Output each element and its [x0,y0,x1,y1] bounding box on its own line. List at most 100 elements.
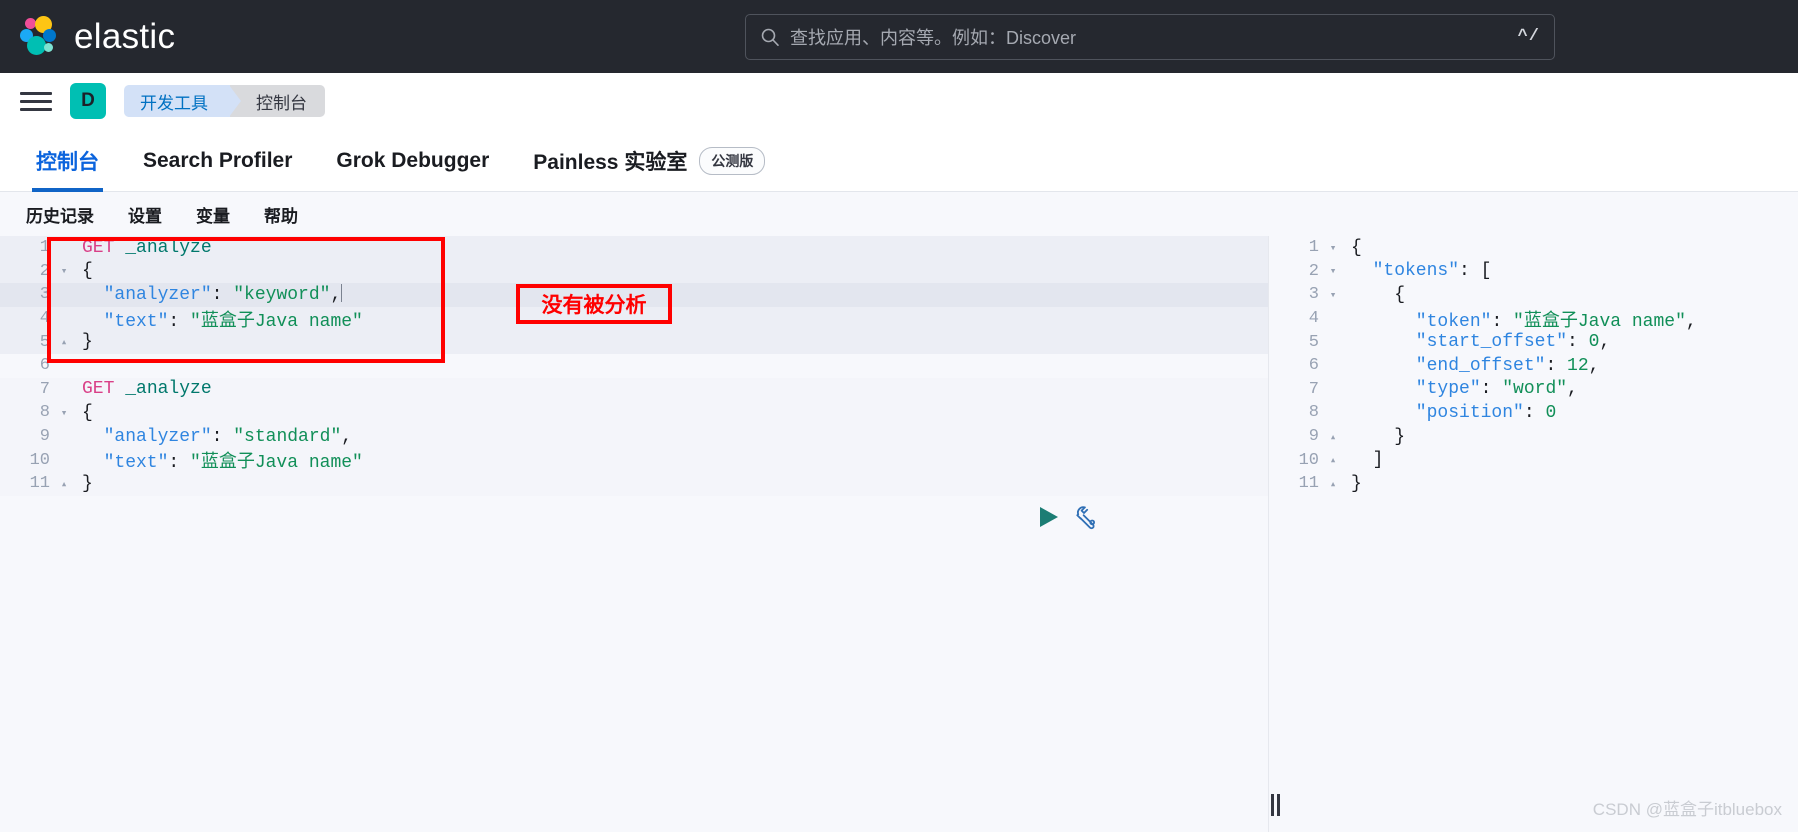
breadcrumb-item-console[interactable]: 控制台 [230,85,325,117]
line-number: 6 [39,356,50,376]
code-line[interactable]: 1 ▾ { [1269,236,1798,260]
annotation-note: 没有被分析 [516,284,672,324]
global-search-input[interactable]: 查找应用、内容等。例如：Discover ^/ [745,13,1555,60]
submenu-item-help[interactable]: 帮助 [252,198,310,231]
response-viewer-lines: 1 ▾ {2 ▾ "tokens": [3 ▾ {4 "token": "蓝盒子Java… [1269,236,1798,496]
code-line[interactable]: 5 "start_offset": 0, [1269,330,1798,354]
global-search-placeholder: 查找应用、内容等。例如：Discover [790,27,1077,48]
code-line[interactable]: 10 "text": "蓝盒子Java name" [0,448,1268,474]
response-viewer[interactable]: 1 ▾ {2 ▾ "tokens": [3 ▾ {4 "token": "蓝盒子Java… [1268,236,1798,832]
fold-toggle-icon[interactable]: ▾ [56,264,72,278]
line-number: 1 [39,238,50,258]
code-text: "text": "蓝盒子Java name" [82,453,363,474]
watermark: CSDN @蓝盒子itbluebox [1592,800,1782,819]
fold-toggle-icon[interactable]: ▴ [56,335,72,349]
code-line[interactable]: 9 ▴ } [1269,425,1798,449]
wrench-icon[interactable] [1074,504,1100,535]
fold-toggle-icon[interactable]: ▴ [1325,453,1341,467]
request-editor-lines[interactable]: 1 GET _analyze 2 ▾ {3 "analyzer": "keyword",… [0,236,1268,496]
code-line[interactable]: 6 "end_offset": 12, [1269,354,1798,378]
code-text: { [82,261,93,282]
line-number: 2 [39,261,50,281]
code-line[interactable]: 1 GET _analyze [0,236,1268,260]
line-number: 2 [1308,261,1319,281]
tab-grok-debugger[interactable]: Grok Debugger [314,130,511,192]
code-text: "type": "word", [1351,379,1578,400]
code-line[interactable]: 7 GET _analyze [0,377,1268,402]
code-line[interactable]: 7 "type": "word", [1269,378,1798,402]
tab-search-profiler[interactable]: Search Profiler [121,130,314,192]
code-line[interactable]: 3 ▾ { [1269,283,1798,307]
line-number: 10 [29,450,50,470]
code-text: } [82,473,93,494]
line-number: 1 [1308,238,1319,258]
fold-toggle-icon[interactable]: ▴ [1325,430,1341,444]
code-line[interactable]: 6 [0,354,1268,378]
code-text: "text": "蓝盒子Java name" [82,311,363,332]
text-cursor [341,284,343,303]
brand-name: elastic [74,16,176,56]
code-line[interactable]: 4 "token": "蓝盒子Java name", [1269,307,1798,332]
code-line[interactable]: 9 "analyzer": "standard", [0,424,1268,449]
line-number: 4 [39,309,50,329]
line-number: 11 [29,474,50,494]
code-text: "analyzer": "keyword", [82,284,343,306]
tab-grok-debugger-label: Grok Debugger [336,148,490,172]
code-line[interactable]: 5 ▴} [0,330,1268,354]
brand: elastic [18,15,176,58]
breadcrumb-item-dev-tools[interactable]: 开发工具 [124,85,241,117]
breadcrumb: 开发工具 控制台 [124,85,325,117]
line-number: 3 [1308,285,1319,305]
tab-painless-lab[interactable]: Painless 实验室 公测版 [511,130,787,192]
line-number: 4 [1308,309,1319,329]
request-editor[interactable]: 1 GET _analyze 2 ▾ {3 "analyzer": "keyword",… [0,236,1268,832]
line-number: 8 [1308,403,1319,423]
request-actions [1038,504,1100,535]
code-text: GET _analyze [82,379,212,400]
tab-console[interactable]: 控制台 [14,130,121,192]
code-line[interactable]: 11 ▴} [0,471,1268,496]
tab-painless-lab-label: Painless 实验室 [533,150,688,174]
fold-toggle-icon[interactable]: ▾ [56,406,72,420]
code-text: "start_offset": 0, [1351,332,1611,353]
split-resize-handle-icon[interactable] [1268,794,1282,816]
code-text: "tokens": [ [1351,261,1492,282]
code-line[interactable]: 2 ▾ { [0,259,1268,284]
fold-toggle-icon[interactable]: ▾ [1325,241,1341,255]
fold-toggle-icon[interactable]: ▴ [1325,477,1341,491]
fold-toggle-icon[interactable]: ▴ [56,477,72,491]
tab-console-label: 控制台 [36,150,99,174]
submenu-item-variables[interactable]: 变量 [184,198,242,231]
code-line[interactable]: 8 ▾ { [0,401,1268,425]
search-icon [760,27,784,47]
code-line[interactable]: 2 ▾ "tokens": [ [1269,260,1798,284]
submenu-item-history[interactable]: 历史记录 [14,198,106,231]
code-text: } [82,332,93,353]
code-text: "end_offset": 12, [1351,355,1600,376]
code-text: "token": "蓝盒子Java name", [1351,311,1697,332]
status-badge: 公测版 [699,146,766,175]
hamburger-menu-icon[interactable] [20,89,52,113]
code-text: { [1351,284,1406,305]
line-number: 8 [39,403,50,423]
fold-toggle-icon[interactable]: ▾ [1325,264,1341,278]
line-number: 5 [1308,332,1319,352]
submenu-item-settings[interactable]: 设置 [116,198,174,231]
code-text: } [1351,426,1406,447]
fold-toggle-icon[interactable]: ▾ [1325,288,1341,302]
code-text: "position": 0 [1351,402,1557,423]
line-number: 9 [1308,427,1319,447]
search-shortcut-hint: ^/ [1517,27,1540,46]
annotation-note-label: 没有被分析 [541,294,647,317]
line-number: 6 [1308,356,1319,376]
line-number: 7 [1308,379,1319,399]
line-number: 3 [39,285,50,305]
space-avatar[interactable]: D [70,83,106,119]
play-icon[interactable] [1038,505,1060,534]
code-line[interactable]: 10 ▴ ] [1269,448,1798,472]
code-text: { [82,402,93,423]
code-line[interactable]: 8 "position": 0 [1269,401,1798,425]
code-line[interactable]: 11 ▴} [1269,472,1798,496]
console-submenu: 历史记录 设置 变量 帮助 [0,192,1798,236]
app-tab-bar: 控制台 Search Profiler Grok Debugger Painle… [0,130,1798,192]
